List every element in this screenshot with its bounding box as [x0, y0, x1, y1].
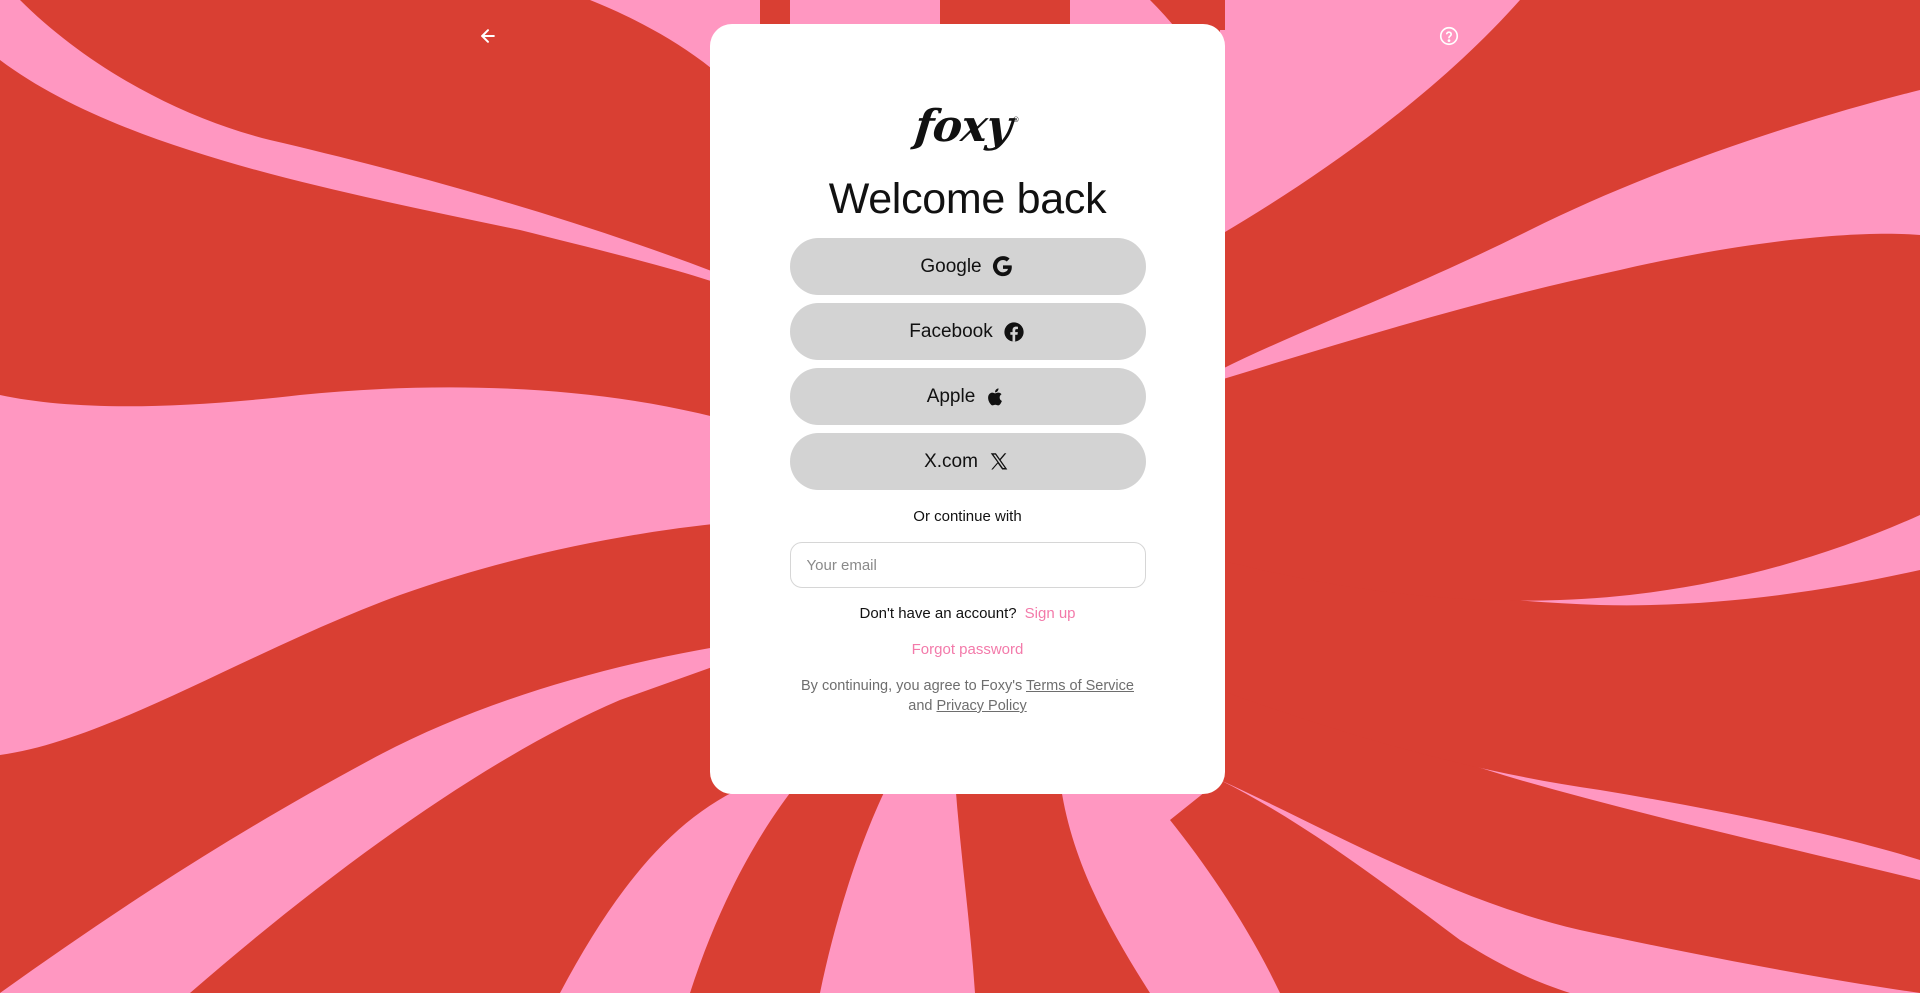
google-label: Google [920, 255, 982, 277]
help-circle-icon [1439, 26, 1459, 46]
x-label: X.com [924, 450, 978, 472]
page-title: Welcome back [828, 175, 1107, 223]
privacy-policy-link[interactable]: Privacy Policy [936, 698, 1026, 714]
apple-label: Apple [926, 385, 976, 407]
facebook-label: Facebook [909, 320, 993, 342]
x-icon [987, 450, 1011, 474]
email-input[interactable] [789, 542, 1146, 588]
login-page: foxy ® Welcome back Google Facebook Appl… [0, 0, 1920, 993]
legal-prefix: By continuing, you agree to Foxy's [801, 678, 1023, 694]
login-card: foxy ® Welcome back Google Facebook Appl… [710, 24, 1225, 794]
or-continue-with-text: Or continue with [913, 508, 1022, 525]
facebook-icon [1002, 320, 1026, 344]
google-icon [991, 255, 1015, 279]
apple-signin-button[interactable]: Apple [789, 368, 1146, 425]
forgot-password-row: Forgot password [912, 641, 1024, 658]
foxy-logo: foxy ® [912, 101, 1020, 154]
signup-link[interactable]: Sign up [1025, 605, 1076, 622]
facebook-signin-button[interactable]: Facebook [789, 303, 1146, 360]
forgot-password-link[interactable]: Forgot password [912, 641, 1024, 658]
apple-icon [984, 385, 1008, 409]
terms-of-service-link[interactable]: Terms of Service [1026, 678, 1134, 694]
legal-and: and [908, 698, 933, 714]
signup-prompt: Don't have an account? [859, 605, 1017, 622]
back-button[interactable] [476, 24, 500, 48]
signup-row: Don't have an account? Sign up [859, 605, 1075, 622]
legal-notice: By continuing, you agree to Foxy's Terms… [790, 676, 1146, 716]
provider-buttons: Google Facebook Apple X.com [789, 238, 1146, 490]
logo-registered-mark: ® [1012, 116, 1020, 124]
x-signin-button[interactable]: X.com [789, 433, 1146, 490]
help-button[interactable] [1437, 24, 1461, 48]
google-signin-button[interactable]: Google [789, 238, 1146, 295]
arrow-left-icon [481, 29, 495, 43]
logo-wordmark: foxy [912, 101, 1015, 152]
